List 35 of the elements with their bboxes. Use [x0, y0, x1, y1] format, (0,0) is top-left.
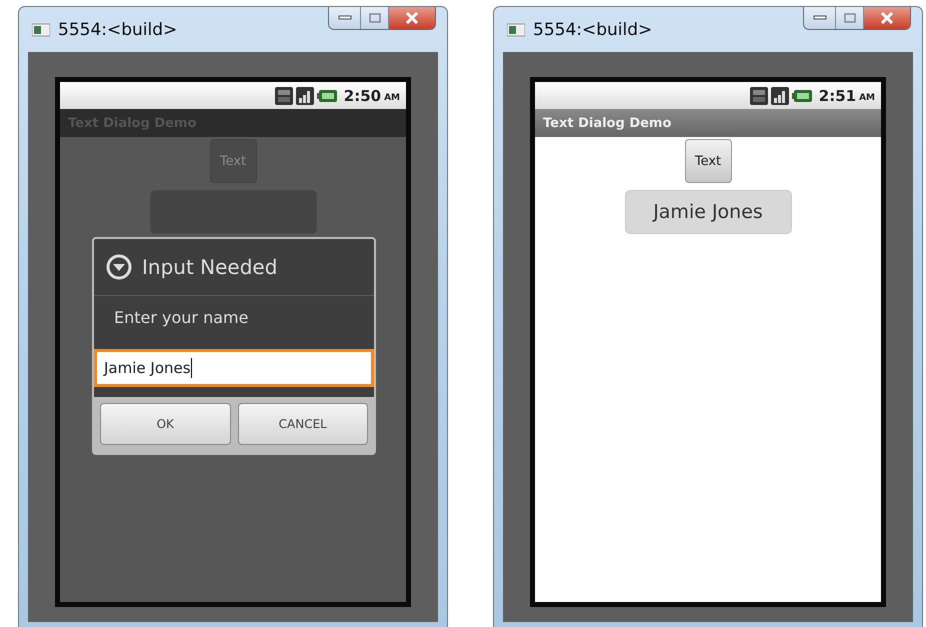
dialog-message: Enter your name — [113, 307, 250, 329]
input-value: Jamie Jones — [104, 359, 191, 377]
dialog-title: Input Needed — [142, 255, 278, 279]
network-3g-icon — [274, 86, 293, 104]
close-button[interactable] — [389, 7, 435, 29]
minimize-icon — [812, 15, 826, 21]
signal-icon — [296, 86, 314, 104]
window-title: 5554:<build> — [533, 20, 652, 40]
close-button[interactable] — [864, 7, 910, 29]
status-am-pm: AM — [384, 92, 400, 102]
app-icon — [32, 22, 50, 36]
close-icon — [405, 12, 419, 24]
network-3g-icon — [750, 86, 768, 104]
minimize-button[interactable] — [329, 7, 361, 29]
maximize-icon — [368, 13, 380, 23]
app-icon — [507, 22, 525, 36]
status-time: 2:51 — [818, 86, 856, 104]
signal-icon — [770, 86, 789, 104]
window-title: 5554:<build> — [58, 20, 178, 40]
name-display: Jamie Jones — [624, 190, 792, 234]
dialog-button[interactable]: OK — [100, 403, 230, 445]
battery-icon — [792, 88, 812, 102]
app-title: Text Dialog Demo — [543, 116, 672, 130]
battery-icon — [316, 88, 337, 102]
maximize-button[interactable] — [361, 7, 389, 29]
dialog-button[interactable]: CANCEL — [238, 403, 368, 445]
status-time: 2:50 — [344, 86, 382, 104]
minimize-button[interactable] — [804, 7, 836, 29]
close-icon — [880, 12, 894, 24]
name-input-field[interactable]: Jamie Jones — [94, 349, 374, 387]
maximize-icon — [844, 13, 856, 23]
status-am-pm: AM — [859, 92, 875, 102]
text-button[interactable]: Text — [684, 139, 732, 183]
minimize-icon — [338, 15, 352, 21]
maximize-button[interactable] — [836, 7, 864, 29]
